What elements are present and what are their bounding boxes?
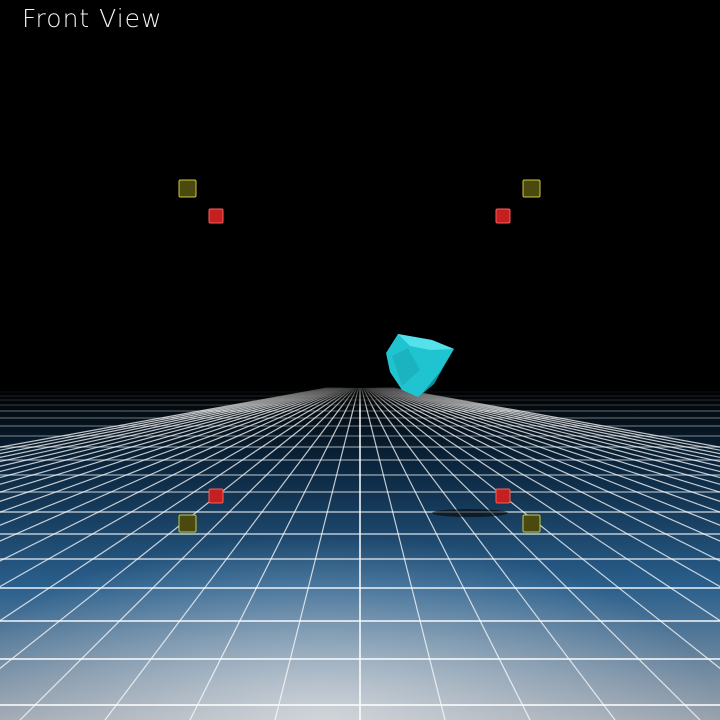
marker-near-bottom-left	[178, 514, 197, 533]
marker-near-top-right	[522, 179, 541, 198]
marker-near-top-left	[178, 179, 197, 198]
marker-far-top-left	[208, 208, 224, 224]
marker-near-bottom-right	[522, 514, 541, 533]
viewport[interactable]: Front View	[0, 0, 720, 720]
scene-canvas[interactable]	[0, 0, 720, 720]
view-label: Front View	[22, 4, 163, 33]
object-shadow	[432, 509, 508, 517]
marker-far-bottom-right	[495, 488, 511, 504]
marker-far-bottom-left	[208, 488, 224, 504]
horizon-fade	[0, 380, 720, 410]
marker-far-top-right	[495, 208, 511, 224]
